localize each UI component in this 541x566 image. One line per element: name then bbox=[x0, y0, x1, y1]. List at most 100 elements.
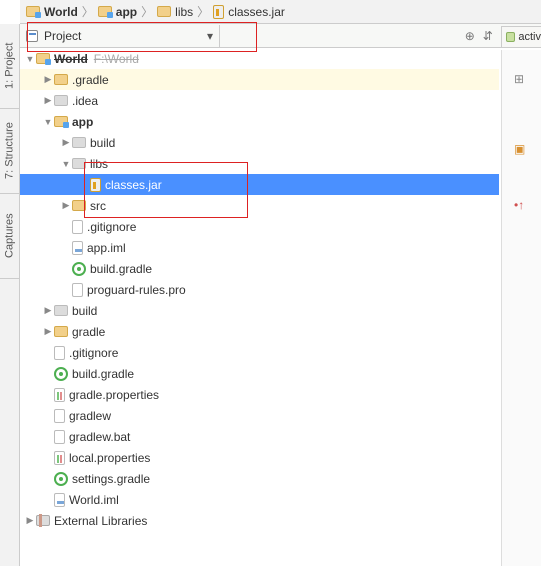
file-i-icon bbox=[54, 493, 65, 507]
tree-row[interactable]: settings.gradle bbox=[20, 468, 499, 489]
gutter-icon[interactable]: •↑ bbox=[514, 198, 524, 212]
tree-row[interactable]: ▶build bbox=[20, 300, 499, 321]
folder-icon bbox=[54, 74, 68, 85]
tree-row[interactable]: proguard-rules.pro bbox=[20, 279, 499, 300]
side-tab-structure[interactable]: 7: Structure bbox=[0, 109, 19, 194]
folder-icon bbox=[157, 6, 171, 17]
tree-row[interactable]: build.gradle bbox=[20, 258, 499, 279]
editor-tab[interactable]: activ bbox=[501, 26, 541, 48]
prop-icon bbox=[54, 388, 65, 402]
tree-label: World bbox=[50, 52, 88, 66]
tree-label: .gradle bbox=[68, 73, 109, 87]
breadcrumb-label: app bbox=[116, 5, 137, 19]
tree-row[interactable]: build.gradle bbox=[20, 363, 499, 384]
tree-label: libs bbox=[86, 157, 108, 171]
gradle-icon bbox=[54, 367, 68, 381]
twisty-icon[interactable]: ▼ bbox=[60, 159, 72, 169]
twisty-icon[interactable]: ▶ bbox=[60, 137, 72, 148]
locate-icon[interactable]: ⊕ bbox=[465, 29, 475, 43]
gutter: ⊞ ▣ •↑ bbox=[501, 50, 541, 566]
folder-c-icon bbox=[54, 305, 68, 316]
folder-c-icon bbox=[72, 158, 86, 169]
side-tabs: 1: Project 7: Structure Captures bbox=[0, 24, 20, 566]
tree-row[interactable]: ▼ app bbox=[20, 111, 499, 132]
twisty-icon[interactable]: ▶ bbox=[60, 200, 72, 211]
tree-row[interactable]: .gitignore bbox=[20, 342, 499, 363]
tree-label: settings.gradle bbox=[68, 472, 150, 486]
tree-label: gradle.properties bbox=[65, 388, 159, 402]
side-tab-captures[interactable]: Captures bbox=[0, 194, 19, 279]
tree-row[interactable]: ▶ gradle bbox=[20, 321, 499, 342]
tree-row[interactable]: app.iml bbox=[20, 237, 499, 258]
file-icon bbox=[54, 409, 65, 423]
tree-label: External Libraries bbox=[50, 514, 147, 528]
tree-label: World.iml bbox=[65, 493, 119, 507]
breadcrumb-sep: 〉 bbox=[139, 3, 155, 20]
tree-row[interactable]: ▶ src bbox=[20, 195, 499, 216]
tree-label: build.gradle bbox=[86, 262, 152, 276]
breadcrumb-item[interactable]: World bbox=[24, 5, 80, 19]
folder-icon bbox=[72, 200, 86, 211]
tree-label: .idea bbox=[68, 94, 98, 108]
tree-label: app.iml bbox=[83, 241, 126, 255]
tree-row[interactable]: gradlew.bat bbox=[20, 426, 499, 447]
tree-label: src bbox=[86, 199, 106, 213]
module-icon bbox=[26, 6, 40, 17]
tree-label: build bbox=[86, 136, 115, 150]
gradle-icon bbox=[54, 472, 68, 486]
jar-icon bbox=[213, 5, 224, 19]
tree-row[interactable]: classes.jar bbox=[20, 174, 499, 195]
view-dropdown-label: Project bbox=[44, 29, 81, 43]
twisty-icon[interactable]: ▶ bbox=[42, 305, 54, 316]
view-dropdown[interactable]: Project ▾ bbox=[20, 25, 220, 47]
breadcrumb-sep: 〉 bbox=[80, 3, 96, 20]
gradle-icon bbox=[72, 262, 86, 276]
toolbar: Project ▾ ⊕ ⇵ ✻▾ ↦ bbox=[20, 24, 541, 48]
jar-icon bbox=[90, 178, 101, 192]
tree-label: .gitignore bbox=[65, 346, 118, 360]
file-i-icon bbox=[72, 241, 83, 255]
twisty-icon[interactable]: ▼ bbox=[42, 117, 54, 127]
tree-row[interactable]: World.iml bbox=[20, 489, 499, 510]
breadcrumb-item[interactable]: libs bbox=[155, 5, 195, 19]
tree-row[interactable]: gradlew bbox=[20, 405, 499, 426]
tree-label: gradle bbox=[68, 325, 105, 339]
twisty-icon[interactable]: ▶ bbox=[42, 74, 54, 85]
tree-row[interactable]: ▶ .gradle bbox=[20, 69, 499, 90]
tree-row[interactable]: ▼WorldF:\World bbox=[20, 48, 499, 69]
tree-label: proguard-rules.pro bbox=[83, 283, 186, 297]
gutter-icon[interactable]: ⊞ bbox=[514, 72, 524, 86]
tree-label: gradlew bbox=[65, 409, 111, 423]
folder-c-icon bbox=[54, 95, 68, 106]
tree-label: .gitignore bbox=[83, 220, 136, 234]
twisty-icon[interactable]: ▶ bbox=[24, 515, 36, 526]
twisty-icon[interactable]: ▼ bbox=[24, 54, 36, 64]
project-icon bbox=[26, 30, 38, 42]
project-tree[interactable]: ▼WorldF:\World▶.gradle▶.idea▼app▶build▼l… bbox=[20, 48, 499, 566]
collapse-icon[interactable]: ⇵ bbox=[483, 29, 493, 43]
tree-row[interactable]: ▶ External Libraries bbox=[20, 510, 499, 531]
breadcrumb-item[interactable]: classes.jar bbox=[211, 5, 287, 19]
twisty-icon[interactable]: ▶ bbox=[42, 95, 54, 106]
file-icon bbox=[54, 430, 65, 444]
tree-row[interactable]: ▶ build bbox=[20, 132, 499, 153]
prop-icon bbox=[54, 451, 65, 465]
file-icon bbox=[72, 220, 83, 234]
breadcrumb[interactable]: World〉app〉libs〉classes.jar bbox=[20, 0, 541, 24]
tree-label: gradlew.bat bbox=[65, 430, 130, 444]
tree-label: build.gradle bbox=[68, 367, 134, 381]
tree-row[interactable]: .gitignore bbox=[20, 216, 499, 237]
breadcrumb-sep: 〉 bbox=[195, 3, 211, 20]
side-tab-project[interactable]: 1: Project bbox=[0, 24, 19, 109]
tree-label: app bbox=[68, 115, 93, 129]
breadcrumb-label: classes.jar bbox=[228, 5, 285, 19]
tree-row[interactable]: ▶ .idea bbox=[20, 90, 499, 111]
tree-row[interactable]: ▼ libs bbox=[20, 153, 499, 174]
tree-row[interactable]: local.properties bbox=[20, 447, 499, 468]
breadcrumb-item[interactable]: app bbox=[96, 5, 139, 19]
xml-icon bbox=[506, 32, 515, 42]
chevron-down-icon: ▾ bbox=[207, 29, 213, 43]
tree-row[interactable]: gradle.properties bbox=[20, 384, 499, 405]
twisty-icon[interactable]: ▶ bbox=[42, 326, 54, 337]
gutter-icon[interactable]: ▣ bbox=[514, 142, 525, 156]
